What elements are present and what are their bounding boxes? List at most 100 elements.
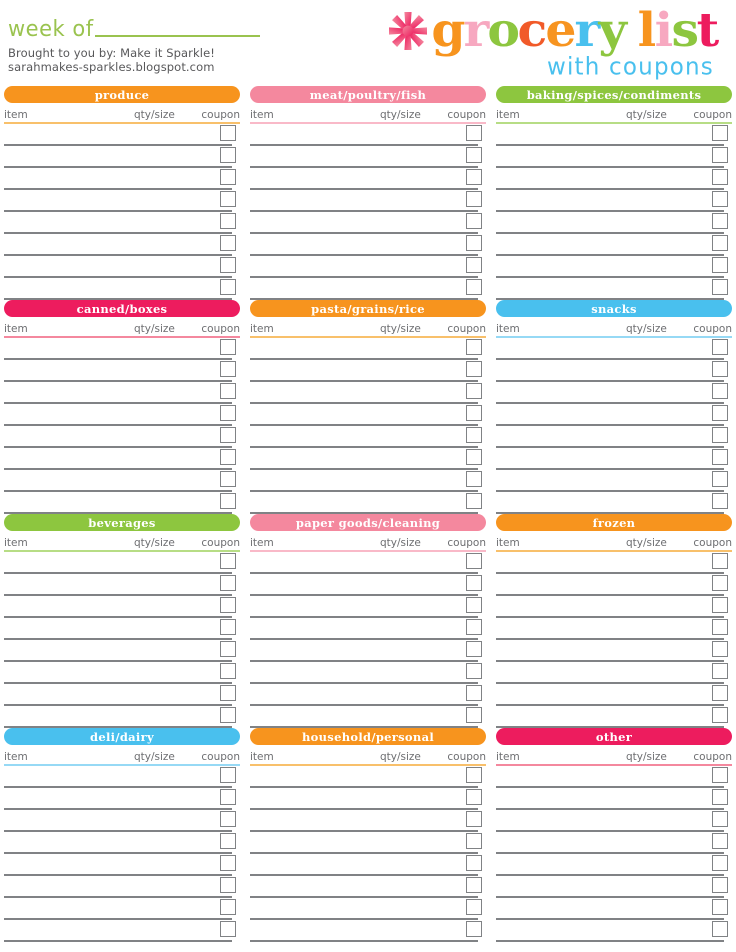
coupon-checkbox[interactable] [220, 766, 236, 783]
coupon-checkbox[interactable] [466, 920, 482, 937]
coupon-checkbox[interactable] [220, 920, 236, 937]
coupon-checkbox[interactable] [220, 234, 236, 251]
coupon-checkbox[interactable] [466, 168, 482, 185]
coupon-checkbox[interactable] [220, 256, 236, 273]
coupon-checkbox[interactable] [220, 876, 236, 893]
coupon-checkbox[interactable] [220, 124, 236, 141]
coupon-checkbox[interactable] [466, 706, 482, 723]
coupon-checkbox[interactable] [712, 448, 728, 465]
coupon-checkbox[interactable] [466, 404, 482, 421]
coupon-checkbox[interactable] [712, 706, 728, 723]
coupon-checkbox[interactable] [466, 190, 482, 207]
coupon-checkbox[interactable] [466, 338, 482, 355]
coupon-checkbox[interactable] [220, 470, 236, 487]
coupon-checkbox[interactable] [220, 854, 236, 871]
coupon-checkbox[interactable] [712, 788, 728, 805]
coupon-checkbox[interactable] [466, 810, 482, 827]
coupon-checkbox[interactable] [466, 876, 482, 893]
coupon-checkbox[interactable] [712, 596, 728, 613]
coupon-checkbox[interactable] [712, 898, 728, 915]
coupon-checkbox[interactable] [220, 382, 236, 399]
coupon-checkbox[interactable] [712, 876, 728, 893]
coupon-checkbox[interactable] [220, 788, 236, 805]
coupon-checkbox[interactable] [466, 552, 482, 569]
coupon-checkbox[interactable] [466, 146, 482, 163]
coupon-checkbox[interactable] [220, 404, 236, 421]
coupon-checkbox[interactable] [712, 278, 728, 295]
coupon-checkbox[interactable] [220, 146, 236, 163]
coupon-checkbox[interactable] [466, 766, 482, 783]
coupon-checkbox[interactable] [712, 256, 728, 273]
coupon-checkbox[interactable] [466, 684, 482, 701]
coupon-checkbox[interactable] [220, 684, 236, 701]
coupon-checkbox[interactable] [466, 640, 482, 657]
coupon-checkbox[interactable] [466, 596, 482, 613]
coupon-checkbox[interactable] [712, 338, 728, 355]
coupon-checkbox[interactable] [712, 404, 728, 421]
coupon-checkbox[interactable] [466, 574, 482, 591]
coupon-checkbox[interactable] [712, 168, 728, 185]
coupon-checkbox[interactable] [712, 470, 728, 487]
coupon-checkbox[interactable] [712, 766, 728, 783]
coupon-checkbox[interactable] [466, 854, 482, 871]
coupon-checkbox[interactable] [466, 256, 482, 273]
coupon-checkbox[interactable] [220, 212, 236, 229]
coupon-checkbox[interactable] [712, 382, 728, 399]
coupon-checkbox[interactable] [220, 574, 236, 591]
coupon-checkbox[interactable] [712, 640, 728, 657]
coupon-checkbox[interactable] [220, 618, 236, 635]
coupon-checkbox[interactable] [220, 360, 236, 377]
coupon-checkbox[interactable] [466, 492, 482, 509]
coupon-checkbox[interactable] [466, 234, 482, 251]
coupon-checkbox[interactable] [466, 426, 482, 443]
coupon-checkbox[interactable] [466, 898, 482, 915]
coupon-checkbox[interactable] [466, 662, 482, 679]
coupon-checkbox[interactable] [220, 426, 236, 443]
coupon-checkbox[interactable] [712, 360, 728, 377]
coupon-checkbox[interactable] [712, 124, 728, 141]
coupon-checkbox[interactable] [712, 662, 728, 679]
coupon-checkbox[interactable] [220, 810, 236, 827]
coupon-checkbox[interactable] [712, 618, 728, 635]
coupon-checkbox[interactable] [712, 920, 728, 937]
coupon-checkbox[interactable] [220, 552, 236, 569]
coupon-checkbox[interactable] [466, 278, 482, 295]
coupon-checkbox[interactable] [712, 574, 728, 591]
coupon-checkbox[interactable] [220, 168, 236, 185]
coupon-checkbox[interactable] [712, 810, 728, 827]
coupon-checkbox[interactable] [466, 832, 482, 849]
item-write-in-line[interactable] [250, 940, 478, 942]
coupon-checkbox[interactable] [466, 448, 482, 465]
coupon-checkbox[interactable] [466, 470, 482, 487]
coupon-checkbox[interactable] [712, 492, 728, 509]
coupon-checkbox[interactable] [466, 382, 482, 399]
coupon-checkbox[interactable] [712, 234, 728, 251]
coupon-checkbox[interactable] [712, 684, 728, 701]
week-of-write-in-line[interactable] [94, 35, 260, 37]
coupon-checkbox[interactable] [712, 552, 728, 569]
coupon-checkbox[interactable] [466, 360, 482, 377]
coupon-checkbox[interactable] [466, 618, 482, 635]
coupon-checkbox[interactable] [712, 190, 728, 207]
coupon-checkbox[interactable] [220, 596, 236, 613]
coupon-checkbox[interactable] [220, 898, 236, 915]
coupon-checkbox[interactable] [712, 212, 728, 229]
coupon-checkbox[interactable] [466, 124, 482, 141]
coupon-checkbox[interactable] [220, 338, 236, 355]
coupon-checkbox[interactable] [220, 278, 236, 295]
item-write-in-line[interactable] [496, 940, 724, 942]
coupon-checkbox[interactable] [466, 788, 482, 805]
coupon-checkbox[interactable] [220, 640, 236, 657]
coupon-checkbox[interactable] [220, 448, 236, 465]
item-write-in-line[interactable] [4, 940, 232, 942]
coupon-checkbox[interactable] [712, 426, 728, 443]
coupon-checkbox[interactable] [220, 832, 236, 849]
coupon-checkbox[interactable] [466, 212, 482, 229]
coupon-checkbox[interactable] [712, 832, 728, 849]
coupon-checkbox[interactable] [220, 706, 236, 723]
coupon-checkbox[interactable] [220, 492, 236, 509]
coupon-checkbox[interactable] [220, 190, 236, 207]
coupon-checkbox[interactable] [712, 854, 728, 871]
coupon-checkbox[interactable] [712, 146, 728, 163]
coupon-checkbox[interactable] [220, 662, 236, 679]
